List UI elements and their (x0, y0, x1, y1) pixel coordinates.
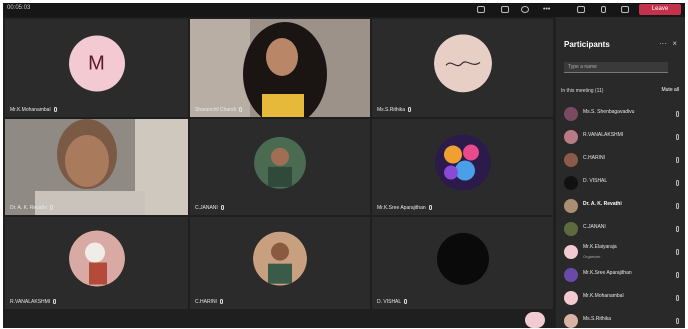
mic-icon (676, 249, 679, 255)
list-item[interactable]: R.VANALAKSHMI (561, 126, 683, 148)
list-item[interactable]: Ms.S.Rithika (561, 310, 683, 328)
mic-icon (404, 299, 408, 305)
list-item[interactable]: Mr.K.Mohanambal (561, 287, 683, 309)
participant-tile[interactable]: D. VISHAL (372, 217, 553, 309)
participant-tile[interactable]: C.HARINI (190, 217, 370, 309)
mute-all-button[interactable]: Mute all (661, 87, 679, 93)
participant-tile[interactable]: Ms.S.Rithika (372, 19, 553, 117)
avatar (253, 231, 307, 286)
mic-icon[interactable] (601, 6, 606, 13)
tile-name: C.HARINI (195, 299, 223, 305)
participant-role: Organizer (583, 254, 601, 259)
participant-name: Ms.S. Shenbagavadivu (583, 109, 635, 115)
avatar (564, 176, 578, 190)
participant-name: Ms.S.Rithika (583, 316, 612, 322)
avatar (564, 268, 578, 282)
participant-tile[interactable]: Dr. A. K. Revathi (5, 119, 188, 215)
video-feed (5, 119, 188, 215)
mic-icon (676, 157, 679, 163)
leave-button[interactable]: Leave (639, 4, 681, 15)
mic-icon (676, 203, 679, 209)
mic-icon (49, 205, 53, 211)
tile-name: Dr. A. K. Revathi (10, 205, 53, 211)
participant-name: Mr.K.Elaiyaraja (583, 244, 617, 250)
more-options-icon[interactable]: ··· (659, 39, 667, 48)
close-icon[interactable]: × (672, 39, 677, 48)
video-feed (190, 19, 370, 117)
list-item[interactable]: Mr.K.Elaiyaraja Organizer (561, 241, 683, 263)
reactions-icon[interactable] (521, 6, 529, 13)
participant-name: Mr.K.Mohanambal (583, 293, 624, 299)
mic-icon (220, 205, 224, 211)
tile-name: R.VANALAKSHMI (10, 299, 57, 305)
mic-icon (676, 180, 679, 186)
participant-name: Dr. A. K. Revathi (583, 201, 622, 207)
tile-name: Mr.K.Mohanambal (10, 107, 57, 113)
list-item[interactable]: Mr.K.Sree Aparajithan (561, 264, 683, 286)
mic-icon (428, 205, 432, 211)
mic-icon (53, 107, 57, 113)
meeting-toolbar: 00:05:03 ••• Leave (3, 3, 685, 17)
avatar (564, 130, 578, 144)
participant-name: Mr.K.Sree Aparajithan (583, 270, 632, 276)
list-item[interactable]: D. VISHAL (561, 172, 683, 194)
tile-name: C.JANANI (195, 205, 224, 211)
mic-icon (676, 111, 679, 117)
list-item[interactable]: Ms.S. Shenbagavadivu (561, 103, 683, 125)
participant-name: C.HARINI (583, 155, 605, 161)
avatar (564, 153, 578, 167)
self-view-bubble[interactable] (525, 312, 545, 328)
mic-icon (53, 299, 57, 305)
avatar (564, 199, 578, 213)
share-screen-icon[interactable] (621, 6, 629, 13)
mic-icon (219, 299, 223, 305)
tile-name: Sharanchil Chandi (195, 107, 242, 113)
participants-panel: Participants ··· × Type a name In this m… (556, 17, 685, 328)
more-actions-icon[interactable]: ••• (543, 6, 550, 13)
mic-icon (676, 272, 679, 278)
meeting-timer: 00:05:03 (7, 5, 31, 11)
avatar (564, 291, 578, 305)
bottom-bar (3, 309, 555, 328)
panel-title: Participants (564, 40, 610, 49)
participant-name: R.VANALAKSHMI (583, 132, 624, 138)
avatar (564, 314, 578, 328)
participant-tile[interactable]: C.JANANI (190, 119, 370, 215)
tile-name: Mr.K.Sree Aparajithan (377, 205, 432, 211)
tile-name: D. VISHAL (377, 299, 408, 305)
chat-icon[interactable] (501, 6, 509, 13)
list-item[interactable]: C.HARINI (561, 149, 683, 171)
avatar (68, 230, 125, 287)
avatar (564, 245, 578, 259)
video-grid: M Mr.K.Mohanambal Sharanchil Chandi Ms.S… (5, 19, 553, 309)
participant-tile[interactable]: Sharanchil Chandi (190, 19, 370, 117)
tile-name: Ms.S.Rithika (377, 107, 412, 113)
meeting-section-label[interactable]: In this meeting (11) (561, 88, 603, 94)
mic-icon (676, 295, 679, 301)
camera-icon[interactable] (577, 6, 585, 13)
mic-icon (676, 318, 679, 324)
mic-icon (408, 107, 412, 113)
participant-name: D. VISHAL (583, 178, 608, 184)
avatar: M (68, 35, 125, 92)
participant-tile[interactable]: M Mr.K.Mohanambal (5, 19, 188, 117)
mic-icon (676, 134, 679, 140)
avatar (564, 222, 578, 236)
mic-icon (238, 107, 242, 113)
avatar (254, 136, 306, 189)
teams-meeting-window: 00:05:03 ••• Leave M Mr.K.Mohanambal Sha… (3, 3, 685, 328)
list-item[interactable]: C.JANANI (561, 218, 683, 240)
avatar (433, 34, 492, 93)
avatar (436, 232, 489, 285)
list-item[interactable]: Dr. A. K. Revathi (561, 195, 683, 217)
participants-icon[interactable] (477, 6, 485, 13)
mic-icon (676, 226, 679, 232)
participant-tile[interactable]: Mr.K.Sree Aparajithan (372, 119, 553, 215)
avatar (564, 107, 578, 121)
avatar (434, 134, 491, 191)
participant-tile[interactable]: R.VANALAKSHMI (5, 217, 188, 309)
participant-name: C.JANANI (583, 224, 606, 230)
search-input[interactable]: Type a name (564, 62, 668, 73)
